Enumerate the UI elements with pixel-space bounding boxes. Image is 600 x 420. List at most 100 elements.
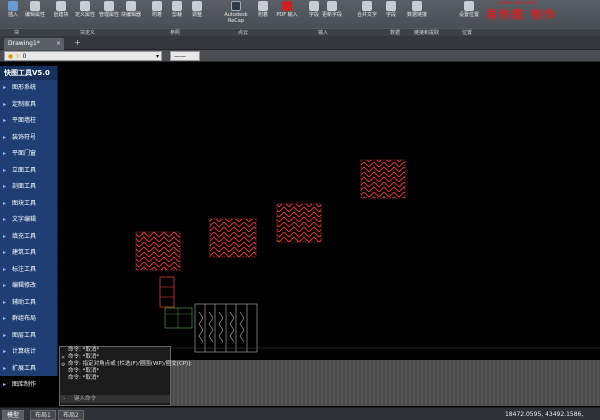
command-window[interactable]: ✕ ⚙ 命令: *取消* 命令: *取消* 命令: 指定对角点或 [栏选(F)/… [59,346,193,406]
command-history-line: 命令: *取消* [68,347,100,353]
merge-text-button[interactable]: 合并文字 [356,1,378,18]
panel-item-label: 编辑修改 [12,282,37,289]
green-window-block[interactable] [164,307,193,329]
triangle-right-icon: ▸ [3,100,7,108]
create-block-icon [56,1,66,11]
drawing-canvas[interactable] [59,62,600,372]
field-icon [309,1,319,11]
panel-item[interactable]: ▸ 立面工具 [0,163,57,180]
brand-watermark: 易快图 制作 [486,8,557,21]
triangle-right-icon: ▸ [3,117,7,124]
panel-item-label: 建筑工具 [12,249,37,256]
update-field-button[interactable]: 更新字段 [322,1,342,18]
panel-item[interactable]: ▸ 扩展工具 [0,361,57,378]
insert-button[interactable]: 插入 [2,1,24,18]
command-input[interactable]: › 键入命令 [60,395,170,403]
panel-item-label: 定制家具 [12,100,37,108]
triangle-right-icon: ▸ [3,282,7,289]
panel-item[interactable]: ▸ 文字编辑 [0,212,57,229]
define-attribute-icon [80,1,90,11]
new-tab-button[interactable]: + [74,38,81,47]
triangle-right-icon: ▸ [3,166,7,174]
attach-button[interactable]: 附着 [146,1,168,18]
panel-item[interactable]: ▸ 剖面工具 [0,179,57,196]
block-editor-button[interactable]: 块编辑器 [120,1,142,18]
command-history-line: 命令: *取消* [68,368,100,374]
manage-attribute-button[interactable]: 管理属性 [98,1,120,18]
linetype-select[interactable]: —— [170,51,200,61]
pdf-import-button[interactable]: PDF 输入 [276,1,298,18]
triangle-right-icon: ▸ [3,199,7,207]
panel-item[interactable]: ▸ 填充工具 [0,229,57,246]
layer-select[interactable]: ● ☼ 0 ▾ [4,51,162,61]
tab-layout2[interactable]: 布局2 [58,410,84,420]
define-attribute-button[interactable]: 定义属性 [74,1,96,18]
red-cabinet-block[interactable] [159,276,175,308]
command-history-backdrop [171,360,600,406]
panel-item[interactable]: ▸ 定制家具 [0,97,57,114]
create-block-button[interactable]: 创建块 [50,1,72,18]
hatch-panel-3[interactable] [276,203,322,243]
panel-item-label: 装饰符号 [12,133,37,141]
pointcloud-attach-button[interactable]: 附着 [252,1,274,18]
settings-icon[interactable]: ⚙ [61,362,67,369]
tab-model[interactable]: 模型 [2,410,25,420]
panel-item[interactable]: ▸ 标注工具 [0,262,57,279]
command-history-line: 命令: 指定对角点或 [栏选(F)/圈围(WP)/圈交(CP)]: [68,361,193,367]
panel-item[interactable]: ▸ 编辑修改 [0,278,57,295]
panel-item[interactable]: ▸ 图层工具 [0,328,57,345]
status-bar: 模型 布局1 布局2 18472.0595, 43492.1586, 0.000… [0,407,600,420]
triangle-right-icon: ▸ [3,84,7,91]
tab-layout1[interactable]: 布局1 [30,410,56,420]
panel-item[interactable]: ▸ 图库制作 [0,377,57,394]
hatch-panel-2[interactable] [209,218,257,258]
tab-drawing1[interactable]: Drawing1* × [4,38,64,50]
block-editor-icon [126,1,136,11]
command-window-icons: ✕ ⚙ [61,355,67,369]
drawing-svg [59,159,600,353]
triangle-right-icon: ▸ [3,331,7,339]
clip-button[interactable]: 剪裁 [166,1,188,18]
triangle-right-icon: ▸ [3,348,7,355]
door-elevation-block[interactable] [194,303,258,353]
adjust-icon [192,1,202,11]
panel-item[interactable]: ▸ 群组布局 [0,311,57,328]
panel-item-label: 剖面工具 [12,183,37,190]
field-button[interactable]: 字段 [306,1,322,18]
panel-item[interactable]: ▸ 图形系统 [0,80,57,97]
data-field-button[interactable]: 字段 [380,1,402,18]
triangle-right-icon: ▸ [3,298,7,306]
kuaitu-tool-panel: 快图工具V5.0 ▸ 图形系统 ▸ 定制家具 ▸ 平面墙柱 ▸ 装饰符号 ▸ 平面门窗 ▸ 立面工具 ▸… [0,66,58,388]
panel-item[interactable]: ▸ 平面墙柱 [0,113,57,130]
pointcloud-attach-icon [258,1,268,11]
command-history-line: 命令: *取消* [68,375,100,381]
hatch-panel-4[interactable] [360,159,406,199]
close-icon[interactable]: ✕ [61,355,67,362]
attach-icon [152,1,162,11]
edit-attribute-icon [30,1,40,11]
panel-item[interactable]: ▸ 图块工具 [0,196,57,213]
close-icon[interactable]: × [56,40,61,47]
coordinate-readout: 18472.0595, 43492.1586, 0.0000 [505,411,584,418]
data-link-button[interactable]: 数据链接 [404,1,430,18]
triangle-right-icon: ▸ [3,133,7,141]
layer-toolbar: ● ☼ 0 ▾ —— [0,50,600,62]
triangle-right-icon: ▸ [3,265,7,273]
panel-item[interactable]: ▸ 辅助工具 [0,295,57,312]
recap-icon [231,1,241,11]
recap-button[interactable]: Autodesk ReCap [222,1,250,24]
triangle-right-icon: ▸ [3,364,7,372]
update-field-icon [327,1,337,11]
panel-item-label: 平面门窗 [12,150,37,157]
panel-title: 快图工具V5.0 [0,66,57,80]
hatch-panel-1[interactable] [135,231,181,271]
adjust-button[interactable]: 调整 [186,1,208,18]
ribbon-group-bar: 块 块定义 参照 点云 输入 数据 链接和提取 位置 [0,28,600,36]
set-location-button[interactable]: 设置位置 [456,1,482,18]
panel-item[interactable]: ▸ 计算统计 [0,344,57,361]
panel-item[interactable]: ▸ 建筑工具 [0,245,57,262]
panel-item[interactable]: ▸ 平面门窗 [0,146,57,163]
command-history-line: 命令: *取消* [68,354,100,360]
edit-attribute-button[interactable]: 编辑属性 [24,1,46,18]
panel-item[interactable]: ▸ 装饰符号 [0,130,57,147]
